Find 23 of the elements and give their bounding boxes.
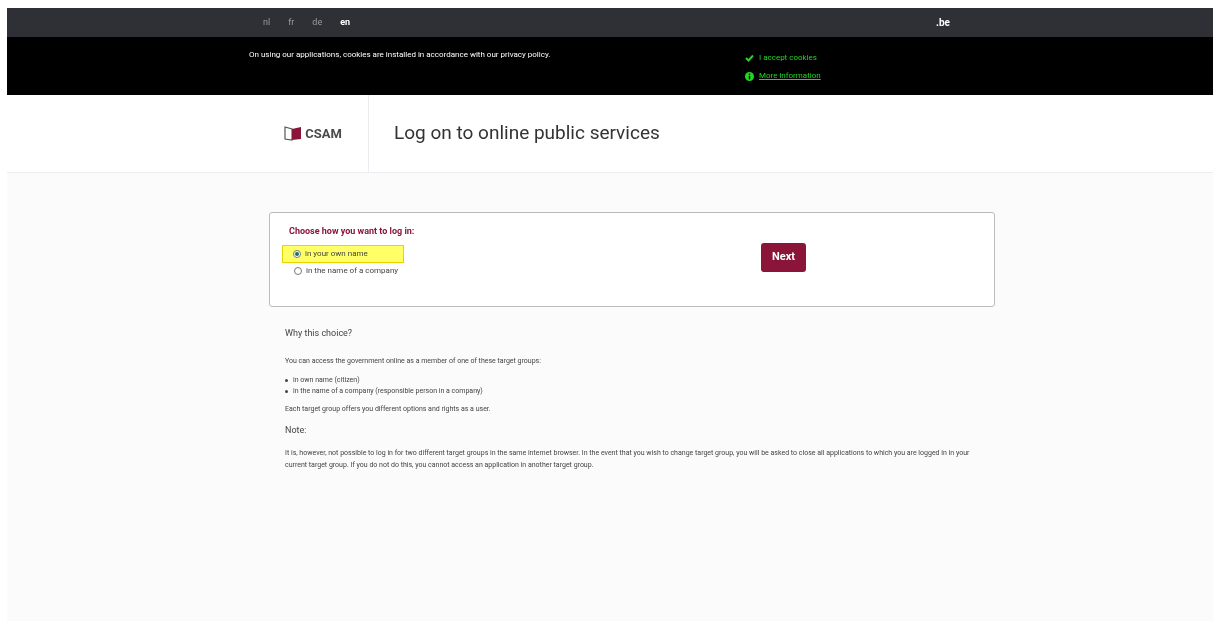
radio-button[interactable] [293, 249, 301, 258]
more-information-link[interactable]: More information [759, 70, 821, 82]
radio-option[interactable]: in the name of a company [282, 262, 415, 280]
language-link[interactable]: en [338, 15, 353, 30]
radio-option[interactable]: in your own name [282, 244, 404, 263]
info-heading: Why this choice? [285, 327, 354, 340]
cookie-message: On using our applications, cookies are installed in accordance with our privacy policy. [249, 49, 552, 61]
language-link[interactable]: de [310, 15, 325, 30]
radio-button[interactable] [294, 267, 302, 275]
domain-label: .be [936, 16, 950, 30]
check-icon [745, 54, 754, 62]
bullet-icon [285, 379, 288, 382]
info-icon [745, 71, 754, 81]
login-heading: Choose how you want to log in: [289, 225, 415, 238]
page-title: Log on to online public services [394, 120, 660, 147]
bullet-icon [285, 390, 288, 393]
next-button[interactable]: Next [761, 243, 806, 272]
language-link[interactable]: nl [261, 15, 273, 30]
language-link[interactable]: fr [286, 15, 297, 30]
accept-cookies-link[interactable]: I accept cookies [759, 52, 817, 64]
logo-icon [284, 126, 303, 141]
logo-text: CSAM [305, 124, 342, 143]
note-heading: Note: [285, 423, 308, 437]
